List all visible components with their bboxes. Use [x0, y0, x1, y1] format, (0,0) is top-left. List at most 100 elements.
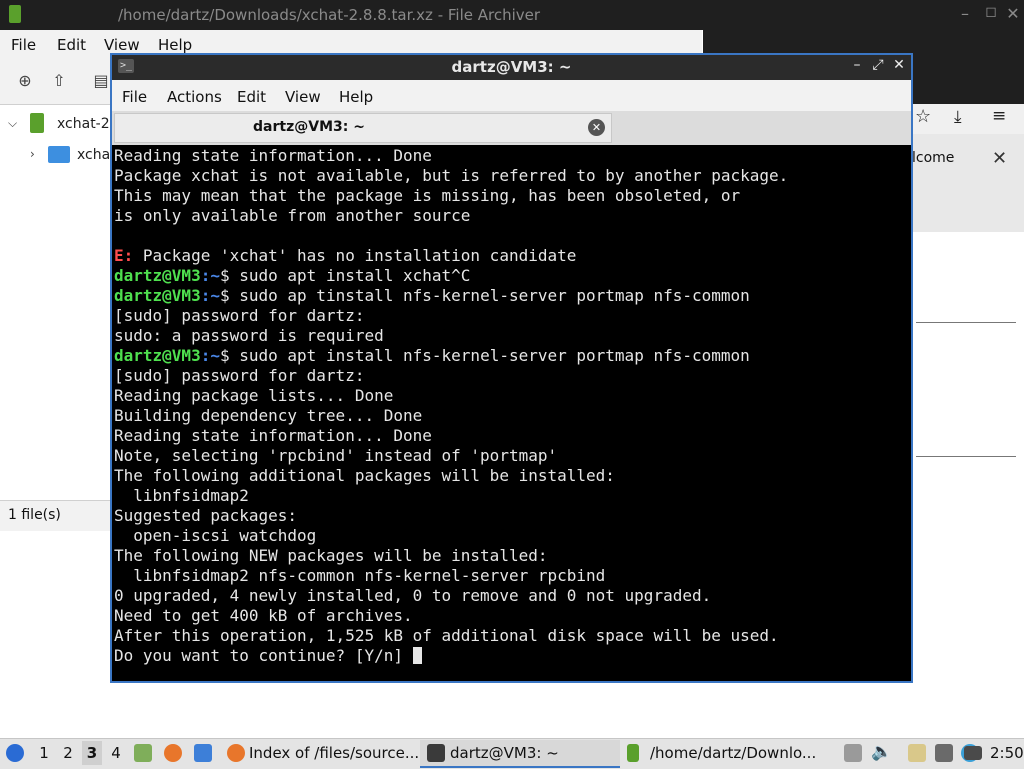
confirm-prompt: Do you want to continue? [Y/n] — [114, 646, 413, 665]
terminal-menubar: File Actions Edit View Help — [112, 80, 911, 111]
terminal-line: [sudo] password for dartz: — [114, 366, 365, 385]
workspace-4[interactable]: 4 — [106, 741, 126, 765]
text-cursor[interactable] — [412, 647, 422, 664]
trash-icon[interactable] — [844, 744, 862, 762]
clock: 2:50 — [990, 744, 1024, 762]
chevron-right-icon[interactable]: › — [30, 147, 35, 161]
browser-toolbar: ☆ ⤓ ≡ — [912, 104, 1024, 134]
menu-file[interactable]: File — [11, 36, 36, 54]
archive-app-icon — [9, 5, 21, 23]
menu-view[interactable]: View — [104, 36, 140, 54]
maximize-icon[interactable]: ◻ — [982, 4, 1000, 24]
task-terminal-label: dartz@VM3: ~ — [450, 744, 559, 762]
bookmark-star-icon[interactable]: ☆ — [915, 106, 931, 127]
task-archiver-label: /home/dartz/Downlo... — [650, 744, 817, 762]
add-files-icon[interactable]: ⊕ — [14, 70, 36, 92]
terminal-line: is only available from another source — [114, 206, 471, 225]
terminal-line: Need to get 400 kB of archives. — [114, 606, 413, 625]
task-browser-label: Index of /files/source... — [249, 744, 420, 762]
prompt-symbol: $ — [219, 286, 230, 305]
terminal-line: 0 upgraded, 4 newly installed, 0 to remo… — [114, 586, 712, 605]
prompt-path: :~ — [200, 286, 220, 305]
terminal-line: Note, selecting 'rpcbind' instead of 'po… — [114, 446, 558, 465]
menu-edit[interactable]: Edit — [57, 36, 86, 54]
terminal-line: The following NEW packages will be insta… — [114, 546, 548, 565]
terminal-line: Reading state information... Done — [114, 146, 432, 165]
divider — [916, 322, 1016, 323]
terminal-line: Package xchat is not available, but is r… — [114, 166, 789, 185]
prompt-user: dartz@VM3 — [114, 286, 201, 305]
tab-label: dartz@VM3: ~ — [253, 119, 365, 135]
terminal-line: Building dependency tree... Done — [114, 406, 423, 425]
clipboard-icon[interactable] — [908, 744, 926, 762]
workspace-3[interactable]: 3 — [82, 741, 102, 765]
menu-help[interactable]: Help — [339, 88, 373, 106]
terminal-line: This may mean that the package is missin… — [114, 186, 741, 205]
minimize-icon[interactable]: – — [956, 4, 974, 24]
archive-file-icon — [30, 113, 44, 133]
close-icon[interactable]: ✕ — [992, 148, 1007, 169]
chevron-down-icon[interactable]: ⌵ — [8, 116, 17, 131]
divider — [916, 456, 1016, 457]
terminal-line: dartz@VM3:~$ sudo apt install nfs-kernel… — [114, 346, 750, 366]
terminal-line: sudo: a password is required — [114, 326, 384, 345]
files-icon[interactable] — [194, 744, 212, 762]
archive-icon[interactable]: ▤ — [90, 70, 112, 92]
minimize-icon[interactable]: – — [848, 57, 866, 77]
terminal-line: E: Package 'xchat' has no installation c… — [114, 246, 576, 266]
terminal-line: dartz@VM3:~$ sudo ap tinstall nfs-kernel… — [114, 286, 750, 306]
prompt-symbol: $ — [219, 266, 230, 285]
error-prefix: E: — [114, 246, 134, 265]
command-text: sudo apt install xchat^C — [229, 266, 471, 285]
terminal-line: Suggested packages: — [114, 506, 298, 525]
network-icon[interactable] — [964, 746, 982, 760]
app-menu-icon[interactable] — [6, 744, 24, 762]
volume-icon[interactable]: 🔈 — [871, 742, 892, 762]
terminal-line: Reading package lists... Done — [114, 386, 394, 405]
archiver-tree-panel — [0, 105, 111, 500]
prompt-user: dartz@VM3 — [114, 266, 201, 285]
menu-file[interactable]: File — [122, 88, 147, 106]
prompt-symbol: $ — [219, 346, 230, 365]
terminal-line: libnfsidmap2 nfs-common nfs-kernel-serve… — [114, 566, 606, 585]
browser-content — [912, 232, 1024, 732]
prompt-user: dartz@VM3 — [114, 346, 201, 365]
menu-actions[interactable]: Actions — [167, 88, 222, 106]
workspace-2[interactable]: 2 — [58, 741, 78, 765]
maximize-icon[interactable]: ⤢ — [869, 57, 887, 77]
menu-view[interactable]: View — [285, 88, 321, 106]
file-manager-icon[interactable] — [134, 744, 152, 762]
tree-root-label[interactable]: xchat-2. — [57, 116, 114, 132]
menu-help[interactable]: Help — [158, 36, 192, 54]
workspace-1[interactable]: 1 — [34, 741, 54, 765]
command-text: sudo ap tinstall nfs-kernel-server portm… — [229, 286, 750, 305]
close-icon[interactable]: ✕ — [1004, 4, 1022, 24]
terminal-line: The following additional packages will b… — [114, 466, 615, 485]
folder-icon — [48, 146, 70, 163]
terminal-line: [sudo] password for dartz: — [114, 306, 365, 325]
terminal-line: libnfsidmap2 — [114, 486, 249, 505]
browser-infobar: lcome ✕ — [912, 134, 1024, 232]
firefox-icon — [227, 744, 245, 762]
archiver-window-title: /home/dartz/Downloads/xchat-2.8.8.tar.xz… — [118, 6, 541, 24]
close-icon[interactable]: ✕ — [890, 57, 908, 77]
prompt-path: :~ — [200, 266, 220, 285]
terminal-window-title: dartz@VM3: ~ — [451, 58, 572, 76]
terminal-line: Do you want to continue? [Y/n] — [114, 646, 422, 666]
error-message: Package 'xchat' has no installation cand… — [133, 246, 577, 265]
menu-edit[interactable]: Edit — [237, 88, 266, 106]
prompt-path: :~ — [200, 346, 220, 365]
download-icon[interactable]: ⤓ — [954, 107, 962, 127]
tab-close-icon[interactable]: ✕ — [588, 119, 605, 136]
archive-icon — [627, 744, 639, 762]
archiver-status-text: 1 file(s) — [8, 507, 61, 523]
terminal-line: Reading state information... Done — [114, 426, 432, 445]
command-text: sudo apt install nfs-kernel-server portm… — [229, 346, 750, 365]
extract-icon[interactable]: ⇧ — [48, 70, 70, 92]
terminal-icon — [427, 744, 445, 762]
firefox-icon[interactable] — [164, 744, 182, 762]
terminal-line: open-iscsi watchdog — [114, 526, 317, 545]
keyboard-icon[interactable] — [935, 744, 953, 762]
terminal-line: dartz@VM3:~$ sudo apt install xchat^C — [114, 266, 470, 286]
hamburger-menu-icon[interactable]: ≡ — [992, 106, 1006, 126]
